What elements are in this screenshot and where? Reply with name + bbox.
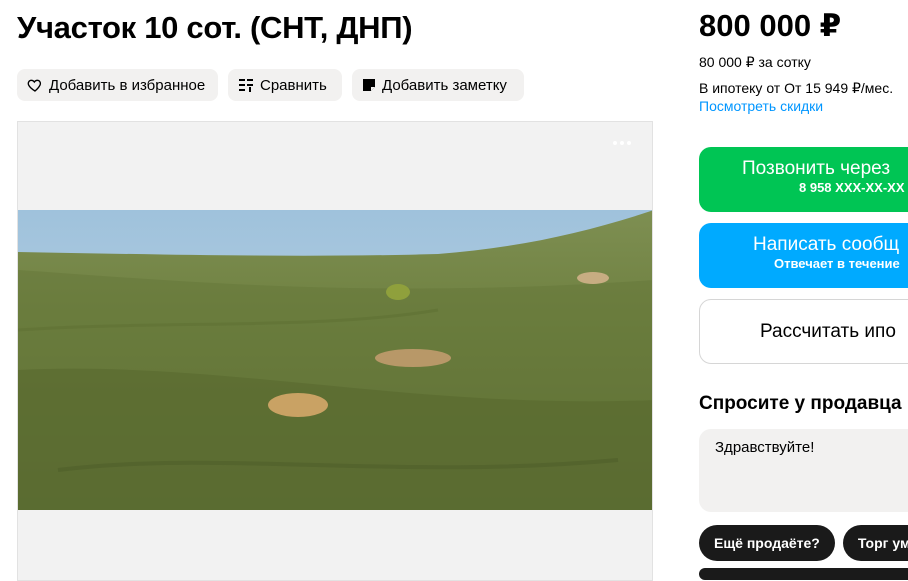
add-to-favorites-button[interactable]: Добавить в избранное [17,69,218,101]
write-message-button[interactable]: Написать сообщ Отвечает в течение [699,223,908,288]
note-icon [363,79,375,91]
ask-seller-title: Спросите у продавца [699,393,902,414]
compare-icon [239,79,253,92]
price-total: 800 000 ₽ [699,8,842,43]
mortgage-info: В ипотеку от От 15 949 ₽/мес. [699,80,894,96]
send-button[interactable] [699,568,908,580]
add-note-label: Добавить заметку [382,76,507,94]
call-phone: 8 958 ХХХ-ХХ-ХХ [799,180,905,195]
add-to-favorites-label: Добавить в избранное [49,76,206,94]
quick-question-chip[interactable]: Торг уместен? [842,525,908,561]
compare-label: Сравнить [260,76,327,94]
ask-seller-input[interactable]: Здравствуйте! [699,429,908,512]
call-button-label: Позвонить через [742,158,891,179]
quick-questions: Ещё продаёте? Торг уместен? [699,525,908,561]
compare-button[interactable]: Сравнить [228,69,342,101]
photo-gallery[interactable] [17,121,653,581]
response-time: Отвечает в течение [774,256,900,271]
discounts-link[interactable]: Посмотреть скидки [699,98,823,114]
more-options-icon[interactable] [612,140,632,146]
add-note-button[interactable]: Добавить заметку [352,69,524,101]
listing-actions: Добавить в избранное Сравнить Добавить з… [17,69,524,101]
calculate-mortgage-label: Рассчитать ипо [760,321,896,342]
listing-photo[interactable] [18,210,653,510]
heart-icon [27,79,42,92]
quick-question-chip[interactable]: Ещё продаёте? [699,525,835,561]
calculate-mortgage-button[interactable]: Рассчитать ипо [699,299,908,364]
write-message-label: Написать сообщ [753,234,900,255]
price-per-sotka: 80 000 ₽ за сотку [699,54,811,70]
call-button[interactable]: Позвонить через 8 958 ХХХ-ХХ-ХХ [699,147,908,212]
page-title: Участок 10 сот. (СНТ, ДНП) [17,10,413,45]
